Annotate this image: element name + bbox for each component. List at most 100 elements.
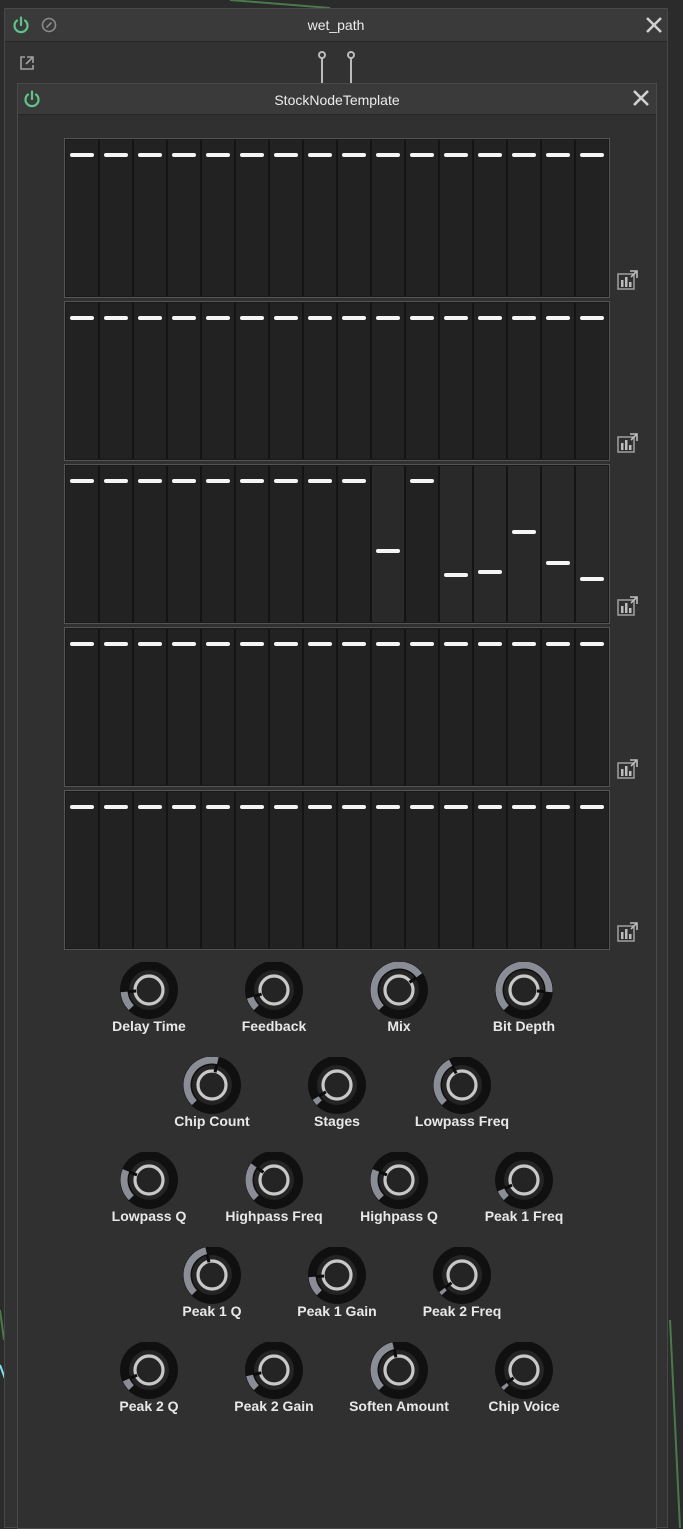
knob-dial[interactable] xyxy=(307,1057,367,1115)
slider-handle[interactable] xyxy=(376,805,400,809)
knob-chip-voice[interactable]: Chip Voice xyxy=(462,1342,586,1422)
slider-handle[interactable] xyxy=(240,316,264,320)
knob-mix[interactable]: Mix xyxy=(337,962,461,1042)
slider-handle[interactable] xyxy=(376,316,400,320)
slider-column[interactable] xyxy=(440,792,474,948)
slider-handle[interactable] xyxy=(342,479,366,483)
knob-dial[interactable] xyxy=(432,1247,492,1305)
slider-handle[interactable] xyxy=(172,153,196,157)
knob-lowpass-freq[interactable]: Lowpass Freq xyxy=(400,1057,524,1137)
slider-column[interactable] xyxy=(270,629,304,785)
slider-column[interactable] xyxy=(542,466,576,622)
slider-handle[interactable] xyxy=(172,805,196,809)
input-pin[interactable] xyxy=(318,51,326,59)
slider-handle[interactable] xyxy=(512,153,536,157)
knob-delay-time[interactable]: Delay Time xyxy=(87,962,211,1042)
slider-handle[interactable] xyxy=(104,642,128,646)
slider-handle[interactable] xyxy=(478,153,502,157)
slider-handle[interactable] xyxy=(478,642,502,646)
slider-column[interactable] xyxy=(542,303,576,459)
slider-handle[interactable] xyxy=(308,642,332,646)
knob-dial[interactable] xyxy=(182,1057,242,1115)
slider-column[interactable] xyxy=(440,140,474,296)
knob-dial[interactable] xyxy=(182,1247,242,1305)
knob-feedback[interactable]: Feedback xyxy=(212,962,336,1042)
knob-dial[interactable] xyxy=(494,1342,554,1400)
slider-column[interactable] xyxy=(338,792,372,948)
slider-column[interactable] xyxy=(474,466,508,622)
knob-dial[interactable] xyxy=(369,1152,429,1210)
slider-handle[interactable] xyxy=(444,153,468,157)
outer-title-bar[interactable]: wet_path xyxy=(5,9,667,42)
slider-column[interactable] xyxy=(134,303,168,459)
slider-column[interactable] xyxy=(100,466,134,622)
slider-handle[interactable] xyxy=(70,805,94,809)
slider-handle[interactable] xyxy=(70,479,94,483)
knob-dial[interactable] xyxy=(369,1342,429,1400)
slider-column[interactable] xyxy=(270,140,304,296)
slider-handle[interactable] xyxy=(410,316,434,320)
slider-column[interactable] xyxy=(100,303,134,459)
slider-column[interactable] xyxy=(66,466,100,622)
slider-column[interactable] xyxy=(406,792,440,948)
knob-dial[interactable] xyxy=(244,1342,304,1400)
inner-title-bar[interactable]: StockNodeTemplate xyxy=(18,84,656,115)
slider-handle[interactable] xyxy=(580,577,604,581)
slider-column[interactable] xyxy=(576,629,608,785)
slider-column[interactable] xyxy=(202,629,236,785)
slider-column[interactable] xyxy=(440,629,474,785)
slider-column[interactable] xyxy=(372,303,406,459)
input-pin[interactable] xyxy=(347,51,355,59)
knob-soften-amount[interactable]: Soften Amount xyxy=(337,1342,461,1422)
slider-handle[interactable] xyxy=(206,316,230,320)
slider-handle[interactable] xyxy=(342,805,366,809)
slider-handle[interactable] xyxy=(138,316,162,320)
slider-column[interactable] xyxy=(236,792,270,948)
slider-column[interactable] xyxy=(270,792,304,948)
slider-handle[interactable] xyxy=(444,573,468,577)
slider-handle[interactable] xyxy=(206,805,230,809)
slider-handle[interactable] xyxy=(342,642,366,646)
slider-handle[interactable] xyxy=(104,479,128,483)
slider-column[interactable] xyxy=(236,466,270,622)
slider-handle[interactable] xyxy=(70,642,94,646)
slider-column[interactable] xyxy=(100,140,134,296)
slider-handle[interactable] xyxy=(580,642,604,646)
slider-column[interactable] xyxy=(508,792,542,948)
slider-column[interactable] xyxy=(134,466,168,622)
slider-column[interactable] xyxy=(168,629,202,785)
slider-column[interactable] xyxy=(100,792,134,948)
slider-handle[interactable] xyxy=(410,153,434,157)
slider-handle[interactable] xyxy=(138,642,162,646)
table-edit-icon[interactable] xyxy=(616,757,640,781)
slider-column[interactable] xyxy=(440,303,474,459)
slider-handle[interactable] xyxy=(104,153,128,157)
slider-column[interactable] xyxy=(202,466,236,622)
knob-dial[interactable] xyxy=(494,962,554,1020)
slider-handle[interactable] xyxy=(342,153,366,157)
knob-peak-1-q[interactable]: Peak 1 Q xyxy=(150,1247,274,1327)
slider-column[interactable] xyxy=(66,140,100,296)
slider-column[interactable] xyxy=(372,140,406,296)
slider-column[interactable] xyxy=(338,140,372,296)
knob-dial[interactable] xyxy=(119,1152,179,1210)
slider-column[interactable] xyxy=(236,629,270,785)
slider-column[interactable] xyxy=(270,303,304,459)
slider-column[interactable] xyxy=(338,303,372,459)
slider-handle[interactable] xyxy=(342,316,366,320)
slider-handle[interactable] xyxy=(240,479,264,483)
slider-column[interactable] xyxy=(236,303,270,459)
close-icon[interactable] xyxy=(632,89,650,107)
slider-column[interactable] xyxy=(134,140,168,296)
slider-handle[interactable] xyxy=(240,805,264,809)
slider-handle[interactable] xyxy=(172,479,196,483)
knob-highpass-q[interactable]: Highpass Q xyxy=(337,1152,461,1232)
slider-column[interactable] xyxy=(576,303,608,459)
slider-handle[interactable] xyxy=(172,316,196,320)
slider-column[interactable] xyxy=(100,629,134,785)
table-edit-icon[interactable] xyxy=(616,431,640,455)
slider-handle[interactable] xyxy=(410,479,434,483)
slider-column[interactable] xyxy=(542,140,576,296)
slider-column[interactable] xyxy=(474,792,508,948)
close-icon[interactable] xyxy=(645,16,663,34)
